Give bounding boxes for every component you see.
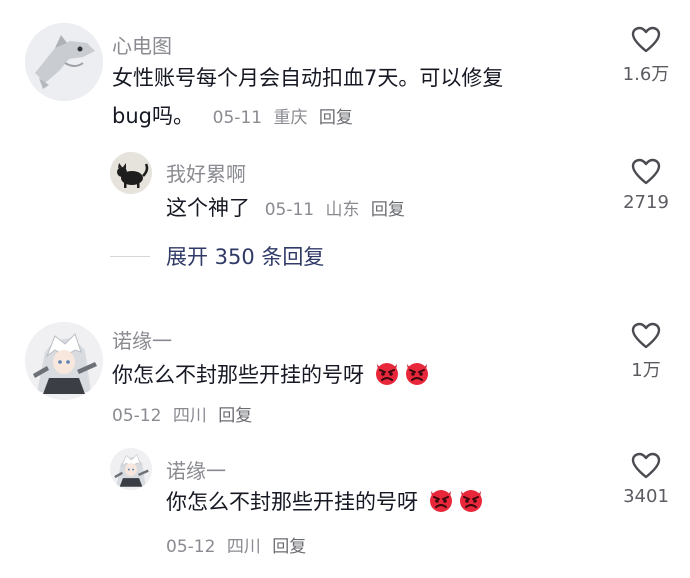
anime-character-avatar-icon (25, 322, 103, 400)
anime-character-avatar-icon (110, 448, 152, 490)
like-count: 3401 (623, 486, 669, 507)
angry-devil-emoji (405, 363, 428, 385)
comment-meta: 05-11 重庆 回复 (213, 108, 353, 128)
reply-text-line: 你怎么不封那些开挂的号呀 (166, 490, 418, 514)
reply-button[interactable]: 回复 (371, 200, 405, 220)
reply-username[interactable]: 我好累啊 (166, 158, 246, 187)
comment-username[interactable]: 心电图 (112, 30, 172, 59)
avatar[interactable] (25, 322, 103, 400)
heart-icon (631, 452, 661, 479)
comment-date: 05-11 (212, 108, 263, 128)
comment-text: 你怎么不封那些开挂的号呀 (112, 355, 431, 395)
angry-devil-emoji (459, 490, 482, 512)
reply-button[interactable]: 回复 (218, 406, 252, 426)
like-button[interactable]: 3401 (611, 452, 681, 507)
shark-plush-avatar-icon (25, 23, 103, 101)
comment-text-line: bug吗。 (112, 104, 194, 128)
like-button[interactable]: 1万 (611, 322, 681, 382)
heart-icon (631, 158, 661, 185)
comment-text: 女性账号每个月会自动扣血7天。可以修复 (112, 58, 503, 98)
like-count: 2719 (623, 192, 669, 213)
angry-devil-emoji (429, 490, 452, 512)
black-cat-avatar-icon (110, 152, 152, 194)
expand-replies-label: 展开 350 条回复 (166, 245, 325, 269)
reply-button[interactable]: 回复 (319, 108, 353, 128)
reply-location: 四川 (226, 537, 261, 557)
comment-text-line: 你怎么不封那些开挂的号呀 (112, 363, 364, 387)
reply-date: 05-12 (166, 537, 216, 557)
reply-button[interactable]: 回复 (272, 537, 306, 557)
reply-date: 05-11 (264, 200, 315, 220)
like-button[interactable]: 2719 (611, 158, 681, 213)
reply-text: 你怎么不封那些开挂的号呀 (166, 482, 485, 522)
comment-text-continued: bug吗。 05-11 重庆 回复 (112, 96, 353, 138)
reply-text-line: 这个神了 (166, 196, 250, 220)
reply-text: 这个神了 05-11 山东 回复 (166, 188, 405, 230)
reply-meta: 05-12 四川 回复 (166, 532, 306, 557)
heart-icon (631, 322, 661, 349)
avatar[interactable] (110, 448, 152, 490)
like-button[interactable]: 1.6万 (611, 26, 681, 86)
comment-meta: 05-12 四川 回复 (112, 401, 252, 426)
reply-location: 山东 (325, 200, 360, 220)
comment-username[interactable]: 诺缘一 (112, 325, 172, 354)
divider (110, 255, 150, 257)
reply-meta: 05-11 山东 回复 (265, 200, 405, 220)
angry-devil-emoji (375, 363, 398, 385)
like-count: 1.6万 (622, 64, 670, 85)
avatar[interactable] (110, 152, 152, 194)
reply-username[interactable]: 诺缘一 (166, 455, 226, 484)
avatar[interactable] (25, 23, 103, 101)
comment-location: 重庆 (273, 108, 308, 128)
comment-text-line: 女性账号每个月会自动扣血7天。可以修复 (112, 66, 504, 90)
like-count: 1万 (631, 360, 661, 381)
heart-icon (631, 26, 661, 53)
expand-replies-button[interactable]: 展开 350 条回复 (110, 243, 324, 269)
comment-date: 05-12 (112, 406, 162, 426)
comment-location: 四川 (172, 406, 207, 426)
